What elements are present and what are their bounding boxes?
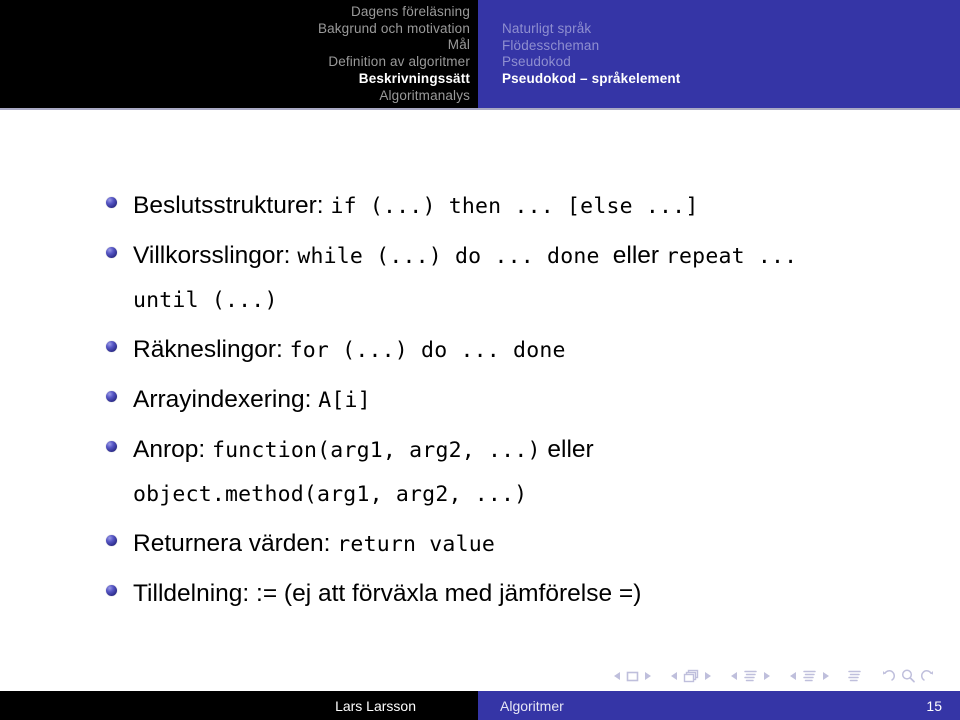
footline-bar: Lars Larsson Algoritmer 15 (0, 691, 960, 720)
text-run: Anrop: (133, 436, 212, 463)
code-run: while (...) do ... done (297, 244, 613, 269)
section-icon[interactable] (802, 669, 817, 684)
bullet-item: Tilldelning: := (ej att förväxla med jäm… (0, 572, 960, 615)
code-run: until (...) (133, 288, 278, 313)
bullet-marker-icon (106, 535, 117, 546)
slide-page-number: 15 (926, 697, 942, 714)
prev-slide-icon[interactable] (614, 672, 620, 680)
next-subsection-icon[interactable] (764, 672, 770, 680)
section-navigation: Dagens föreläsning Bakgrund och motivatio… (0, 0, 478, 108)
bullet-item-line: Beslutsstrukturer: if (...) then ... [el… (133, 184, 960, 228)
nav-group-slide[interactable] (610, 670, 655, 683)
bullet-marker-icon (106, 247, 117, 258)
text-run: eller (612, 242, 666, 269)
footline-title: Algoritmer 15 (478, 691, 960, 720)
next-frame-icon[interactable] (705, 672, 711, 680)
subsection-navigation: Naturligt språk Flödesscheman Pseudokod Pse… (478, 0, 960, 108)
bullet-item: Beslutsstrukturer: if (...) then ... [el… (0, 184, 960, 228)
forward-icon[interactable] (920, 668, 936, 684)
header-divider-rule (0, 108, 960, 110)
slide-body: Beslutsstrukturer: if (...) then ... [el… (0, 184, 960, 621)
bullet-item: Anrop: function(arg1, arg2, ...) eller ob… (0, 428, 960, 516)
document-icon[interactable] (847, 669, 862, 684)
nav-group-document[interactable] (845, 669, 864, 684)
bullet-marker-icon (106, 341, 117, 352)
nav-group-section[interactable] (786, 669, 833, 684)
bullet-marker-icon (106, 441, 117, 452)
bullet-item: Räkneslingor: for (...) do ... done (0, 328, 960, 372)
nav-group-frame[interactable] (667, 669, 715, 684)
section-nav-item-4[interactable]: Beskrivningssätt (359, 71, 478, 88)
section-nav-item-2[interactable]: Mål (448, 37, 478, 54)
text-run: Villkorsslingor: (133, 242, 298, 269)
bullet-item-line: Returnera värden: return value (133, 522, 960, 566)
nav-group-subsection[interactable] (727, 669, 774, 684)
code-run: A[i] (318, 388, 371, 413)
bullet-marker-icon (106, 197, 117, 208)
bullet-item-line: object.method(arg1, arg2, ...) (133, 472, 960, 516)
subsection-nav-item-2[interactable]: Pseudokod (502, 54, 571, 71)
section-nav-item-0[interactable]: Dagens föreläsning (351, 4, 478, 21)
section-nav-item-5[interactable]: Algoritmanalys (379, 88, 478, 105)
slide-icon[interactable] (626, 670, 639, 683)
nav-group-misc[interactable] (878, 668, 938, 684)
headline-navigation-bar: Dagens föreläsning Bakgrund och motivatio… (0, 0, 960, 108)
bullet-item-line: until (...) (133, 278, 960, 322)
footline-author: Lars Larsson (0, 691, 478, 720)
subsection-nav-item-3[interactable]: Pseudokod – språkelement (502, 71, 680, 88)
code-run: for (...) do ... done (289, 338, 566, 363)
frame-icon[interactable] (683, 669, 699, 684)
subsection-nav-item-1[interactable]: Flödesscheman (502, 38, 599, 55)
subsection-nav-item-0[interactable]: Naturligt språk (502, 21, 591, 38)
next-slide-icon[interactable] (645, 672, 651, 680)
subsection-icon[interactable] (743, 669, 758, 684)
prev-subsection-icon[interactable] (731, 672, 737, 680)
bullet-item: Returnera värden: return value (0, 522, 960, 566)
text-run: eller (540, 436, 594, 463)
bullet-item: Arrayindexering: A[i] (0, 378, 960, 422)
section-nav-item-3[interactable]: Definition av algoritmer (328, 54, 478, 71)
bullet-marker-icon (106, 585, 117, 596)
search-icon[interactable] (900, 668, 916, 684)
code-run: if (...) then ... [else ...] (330, 194, 699, 219)
beamer-navigation-symbols[interactable] (610, 663, 950, 689)
bullet-marker-icon (106, 391, 117, 402)
footline-title-label: Algoritmer (500, 697, 564, 714)
text-run: Tilldelning: := (ej att förväxla med jäm… (133, 580, 642, 607)
code-run: function(arg1, arg2, ...) (212, 438, 541, 463)
text-run: Arrayindexering: (133, 386, 319, 413)
text-run: Returnera värden: (133, 530, 338, 557)
text-run: Beslutsstrukturer: (133, 192, 331, 219)
code-run: repeat ... (665, 244, 798, 269)
code-run: return value (337, 532, 496, 557)
section-nav-item-1[interactable]: Bakgrund och motivation (318, 21, 478, 38)
bullet-item-line: Räkneslingor: for (...) do ... done (133, 328, 960, 372)
bullet-item-line: Tilldelning: := (ej att förväxla med jäm… (133, 572, 960, 615)
bullet-item-line: Anrop: function(arg1, arg2, ...) eller (133, 428, 960, 472)
code-run: object.method(arg1, arg2, ...) (133, 482, 528, 507)
bullet-item: Villkorsslingor: while (...) do ... done… (0, 234, 960, 322)
back-icon[interactable] (880, 668, 896, 684)
next-section-icon[interactable] (823, 672, 829, 680)
prev-frame-icon[interactable] (671, 672, 677, 680)
bullet-item-line: Villkorsslingor: while (...) do ... done… (133, 234, 960, 278)
prev-section-icon[interactable] (790, 672, 796, 680)
text-run: Räkneslingor: (133, 336, 290, 363)
bullet-item-line: Arrayindexering: A[i] (133, 378, 960, 422)
